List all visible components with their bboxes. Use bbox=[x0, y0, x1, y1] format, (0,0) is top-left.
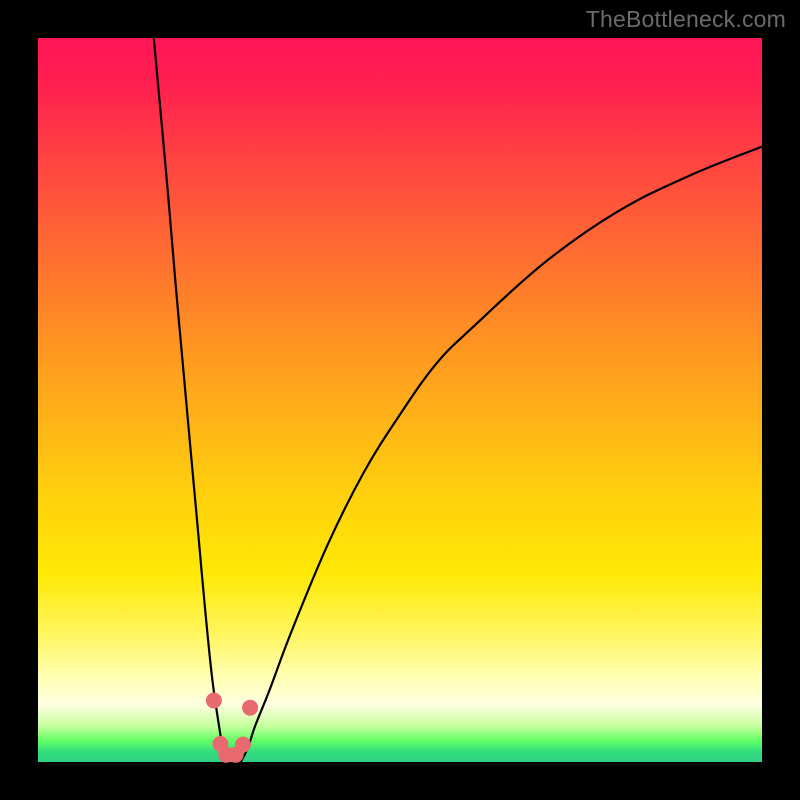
curve-left-branch bbox=[154, 38, 226, 762]
trough-marker bbox=[242, 700, 258, 716]
curve-svg bbox=[38, 38, 762, 762]
trough-marker bbox=[235, 737, 251, 753]
plot-area bbox=[38, 38, 762, 762]
curve-right-branch bbox=[241, 147, 762, 762]
chart-frame: TheBottleneck.com bbox=[0, 0, 800, 800]
watermark-text: TheBottleneck.com bbox=[586, 6, 786, 33]
trough-markers bbox=[206, 693, 258, 763]
trough-marker bbox=[206, 693, 222, 709]
